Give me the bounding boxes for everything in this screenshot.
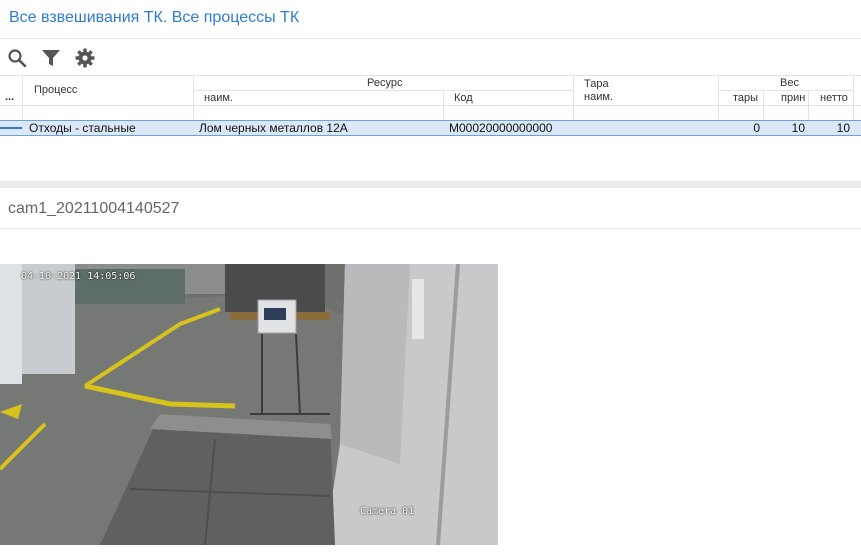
toolbar: [6, 46, 96, 70]
camera-timestamp: 04-10-2021 14:05:06: [21, 271, 136, 282]
filter-icon: [42, 50, 60, 66]
col-weight-tare[interactable]: тары: [733, 92, 758, 104]
camera-scene: [0, 264, 498, 545]
table-row[interactable]: Отходы - стальные Лом черных металлов 12…: [0, 120, 861, 136]
col-tare-name[interactable]: наим.: [584, 91, 613, 103]
gear-icon: [75, 48, 95, 68]
cell-resource-name: Лом черных металлов 12А: [199, 121, 348, 135]
col-resource-name[interactable]: наим.: [204, 92, 233, 104]
title-divider: [0, 38, 861, 39]
cell-weight-tare: 0: [753, 121, 760, 135]
cell-weight-accepted: 10: [791, 121, 805, 135]
row-marker: [0, 127, 22, 129]
col-weight: Вес: [780, 77, 799, 89]
image-title: cam1_20211004140527: [8, 200, 180, 217]
col-resource: Ресурс: [367, 77, 403, 89]
camera-label: Camera 01: [360, 506, 415, 517]
settings-button[interactable]: [74, 47, 96, 69]
cell-process: Отходы - стальные: [29, 121, 136, 135]
cell-weight-net: 10: [836, 121, 850, 135]
image-title-divider: [0, 228, 861, 229]
col-weight-net[interactable]: нетто: [820, 92, 848, 104]
search-button[interactable]: [6, 47, 28, 69]
col-tare: Тара: [584, 78, 609, 90]
search-icon: [8, 49, 27, 68]
cell-resource-code: М00020000000000: [449, 121, 553, 135]
weighings-grid: ... Процесс Ресурс наим. Код Тара наим. …: [0, 75, 861, 137]
section-divider: [0, 181, 861, 188]
col-weight-accepted[interactable]: прин: [781, 92, 805, 104]
filter-button[interactable]: [40, 47, 62, 69]
page-title: Все взвешивания ТК. Все процессы ТК: [9, 9, 300, 26]
grid-menu-button[interactable]: ...: [5, 91, 14, 103]
col-resource-code[interactable]: Код: [454, 92, 473, 104]
camera-snapshot: 04-10-2021 14:05:06 Camera 01: [0, 264, 498, 545]
col-process[interactable]: Процесс: [34, 84, 77, 96]
